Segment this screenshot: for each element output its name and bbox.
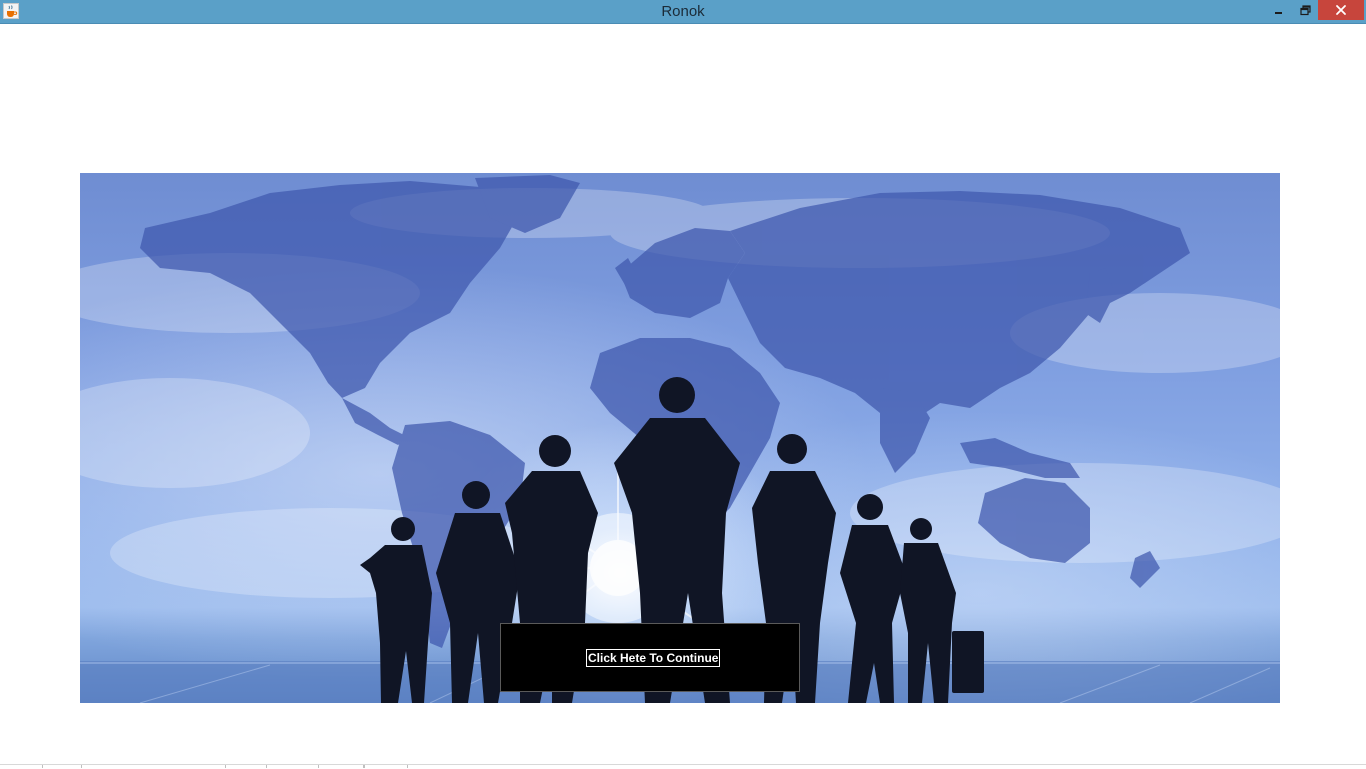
continue-button[interactable]: Click Hete To Continue [586,649,721,667]
close-button[interactable] [1318,0,1364,20]
title-bar[interactable]: Ronok [0,0,1366,24]
restore-button[interactable] [1292,0,1318,20]
minimize-icon [1275,12,1282,14]
bottom-strip [0,764,1366,769]
java-cup-icon[interactable] [3,3,19,19]
close-icon [1336,5,1346,15]
window-title: Ronok [661,3,705,20]
app-window: Ronok Click Hete To Continue [0,0,1366,769]
restore-icon [1299,4,1311,15]
minimize-button[interactable] [1266,0,1292,20]
